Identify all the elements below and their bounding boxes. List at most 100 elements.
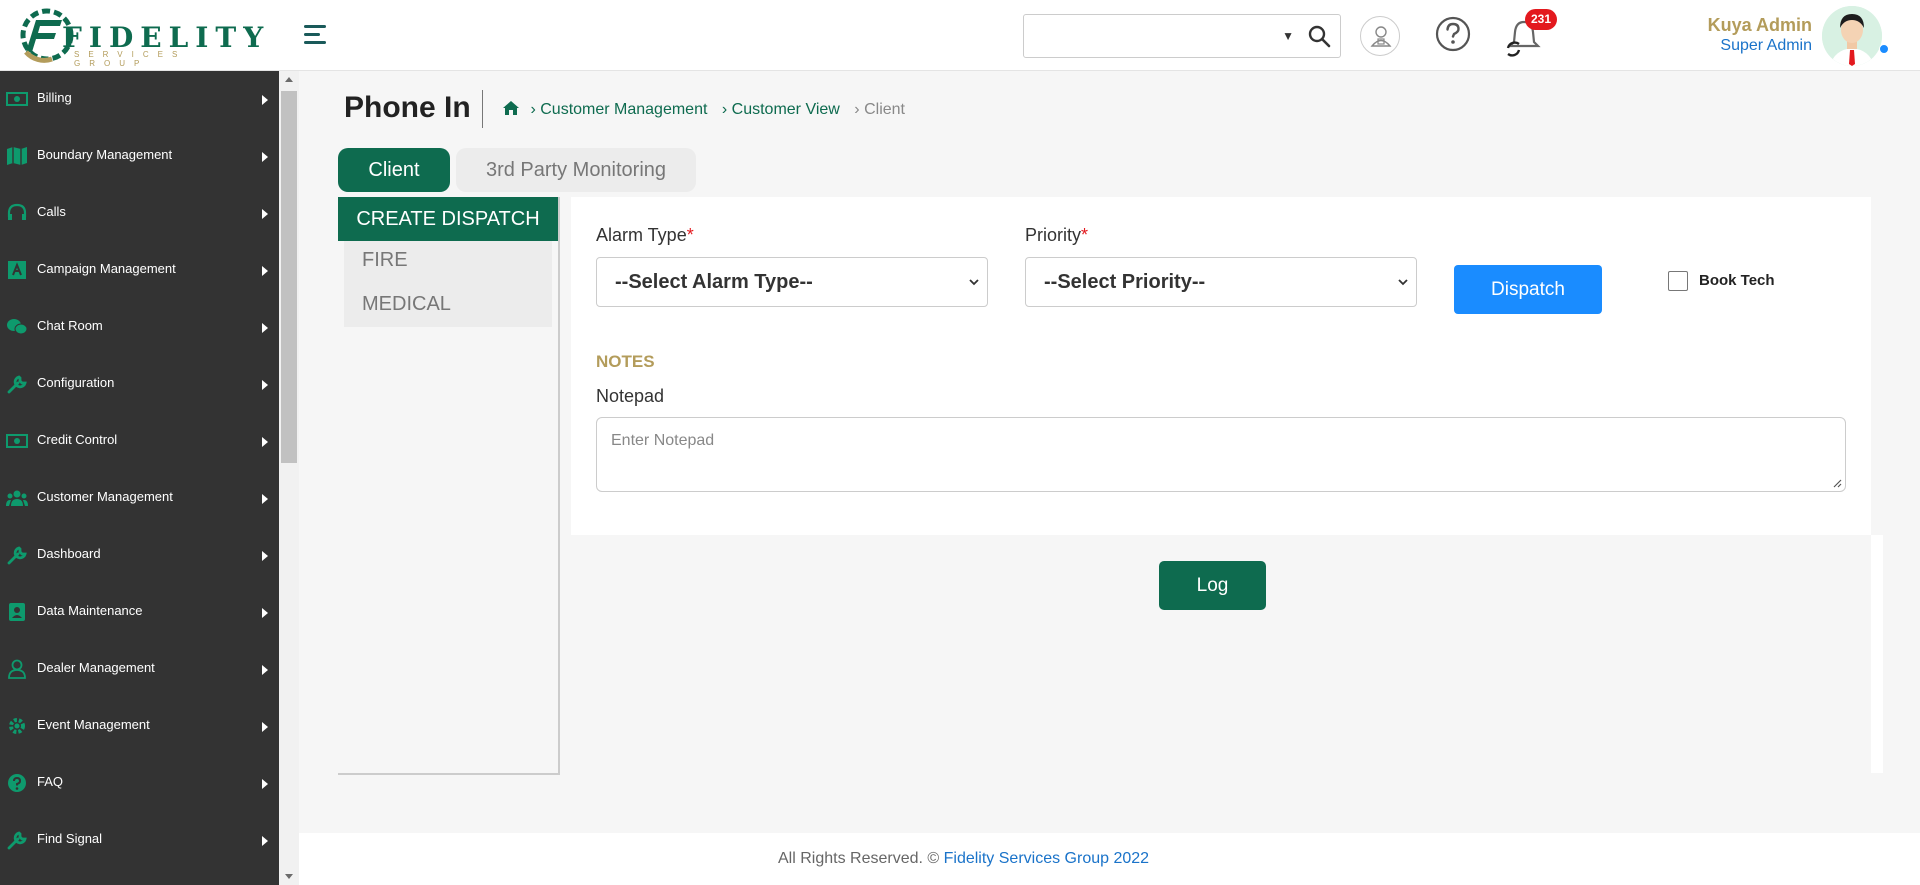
money-icon [6, 92, 28, 106]
user-avatar[interactable] [1822, 6, 1882, 66]
sidebar-item-calls[interactable]: Calls [0, 185, 279, 242]
home-icon[interactable] [502, 100, 520, 116]
sidebar-item-campaign-management[interactable]: Campaign Management [0, 242, 279, 299]
sidebar-item-label: Calls [37, 204, 66, 219]
id-card-icon [9, 603, 25, 621]
scrollbar-thumb[interactable] [281, 91, 297, 463]
menu-toggle-icon[interactable] [304, 23, 328, 45]
agent-status-icon[interactable] [1360, 16, 1400, 56]
sidebar-item-credit-control[interactable]: Credit Control [0, 413, 279, 470]
user-role: Super Admin [1720, 37, 1812, 54]
sidebar-item-event-management[interactable]: Event Management [0, 698, 279, 755]
create-dispatch-header[interactable]: CREATE DISPATCH [338, 197, 558, 241]
breadcrumb-customer-view[interactable]: › Customer View [722, 101, 840, 118]
chevron-right-icon [262, 380, 268, 390]
chevron-right-icon [262, 779, 268, 789]
sidebar-item-label: Customer Management [37, 489, 173, 504]
chevron-right-icon [262, 266, 268, 276]
notepad-textarea[interactable]: Enter Notepad [596, 417, 1846, 492]
sidebar-item-dashboard[interactable]: Dashboard [0, 527, 279, 584]
chat-icon [7, 319, 28, 335]
sidebar-item-data-maintenance[interactable]: Data Maintenance [0, 584, 279, 641]
chevron-right-icon [262, 152, 268, 162]
sidebar-item-label: Campaign Management [37, 261, 176, 276]
alarm-type-select[interactable]: --Select Alarm Type-- [596, 257, 988, 307]
sidebar-item-configuration[interactable]: Configuration [0, 356, 279, 413]
chevron-down-icon [1398, 279, 1408, 286]
dispatch-item-fire[interactable]: FIRE [362, 249, 408, 272]
content-edge-strip [1871, 535, 1883, 773]
search-icon[interactable] [1306, 23, 1332, 49]
question-icon [8, 774, 26, 792]
chevron-right-icon [262, 209, 268, 219]
priority-select[interactable]: --Select Priority-- [1025, 257, 1417, 307]
book-tech-checkbox[interactable] [1668, 271, 1688, 291]
sidebar-item-find-signal[interactable]: Find Signal [0, 812, 279, 869]
book-tech-label[interactable]: Book Tech [1699, 272, 1775, 289]
breadcrumb-customer-management[interactable]: › Customer Management [530, 101, 707, 118]
sidebar-item-label: Boundary Management [37, 147, 173, 162]
tab-3rd-party-monitoring[interactable]: 3rd Party Monitoring [456, 148, 696, 192]
title-divider [482, 90, 483, 128]
breadcrumb-client: › Client [854, 101, 905, 118]
chevron-right-icon [262, 95, 268, 105]
online-status-dot [1879, 44, 1889, 54]
chevron-right-icon [262, 494, 268, 504]
money-icon [6, 434, 28, 448]
notification-count-badge: 231 [1525, 9, 1557, 30]
chevron-right-icon [262, 608, 268, 618]
wrench-icon [7, 546, 27, 565]
sidebar: Billing Boundary Management Calls Campai… [0, 71, 279, 885]
priority-label: Priority* [1025, 225, 1089, 245]
chevron-right-icon [262, 551, 268, 561]
sidebar-item-label: Configuration [37, 375, 115, 390]
gear-icon [9, 718, 25, 734]
sidebar-item-label: Dealer Management [37, 660, 155, 675]
sidebar-item-faq[interactable]: FAQ [0, 755, 279, 812]
sidebar-item-chat-room[interactable]: Chat Room [0, 299, 279, 356]
logo-subtitle: SERVICES GROUP [74, 50, 187, 68]
sidebar-item-dealer-management[interactable]: Dealer Management [0, 641, 279, 698]
notes-heading: NOTES [596, 352, 655, 371]
chevron-down-icon [969, 279, 979, 286]
user-name[interactable]: Kuya Admin [1708, 15, 1812, 36]
scroll-down-arrow-icon[interactable] [285, 874, 293, 879]
sidebar-item-label: FAQ [37, 774, 64, 789]
map-icon [7, 147, 27, 165]
log-button[interactable]: Log [1159, 561, 1266, 610]
chevron-right-icon [262, 836, 268, 846]
campaign-icon [8, 261, 26, 279]
tab-client[interactable]: Client [338, 148, 450, 192]
search-input[interactable]: ▼ [1023, 14, 1341, 58]
notepad-label: Notepad [596, 386, 665, 406]
sidebar-item-label: Event Management [37, 717, 150, 732]
notepad-placeholder: Enter Notepad [611, 432, 715, 449]
scroll-up-arrow-icon[interactable] [285, 77, 293, 82]
dispatch-panel: CREATE DISPATCH FIRE MEDICAL [338, 197, 560, 775]
dispatch-type-list: FIRE MEDICAL [344, 241, 552, 327]
dispatch-button[interactable]: Dispatch [1454, 265, 1602, 314]
chevron-right-icon [262, 722, 268, 732]
headset-icon [7, 203, 27, 220]
alarm-type-label: Alarm Type* [596, 225, 694, 245]
wrench-icon [7, 375, 27, 394]
sidebar-item-boundary-management[interactable]: Boundary Management [0, 128, 279, 185]
footer-copyright: All Rights Reserved. © Fidelity Services… [778, 850, 1150, 867]
sidebar-item-label: Billing [37, 90, 72, 105]
sidebar-item-customer-management[interactable]: Customer Management [0, 470, 279, 527]
chevron-right-icon [262, 665, 268, 675]
chevron-right-icon [262, 323, 268, 333]
dispatch-item-medical[interactable]: MEDICAL [362, 293, 451, 316]
help-icon[interactable] [1434, 15, 1472, 53]
sidebar-scrollbar[interactable] [279, 71, 299, 885]
footer-company-link[interactable]: Fidelity Services Group 2022 [944, 850, 1149, 867]
users-icon [6, 490, 28, 506]
search-dropdown-caret-icon[interactable]: ▼ [1282, 29, 1294, 43]
page-title: Phone In [344, 91, 471, 124]
footer: All Rights Reserved. © Fidelity Services… [299, 833, 1920, 885]
user-icon [8, 659, 26, 679]
sidebar-item-label: Credit Control [37, 432, 118, 447]
resize-grip-icon[interactable] [1832, 478, 1842, 488]
fidelity-logo[interactable]: FIDELITY SERVICES GROUP [18, 6, 263, 68]
sidebar-item-billing[interactable]: Billing [0, 71, 279, 128]
